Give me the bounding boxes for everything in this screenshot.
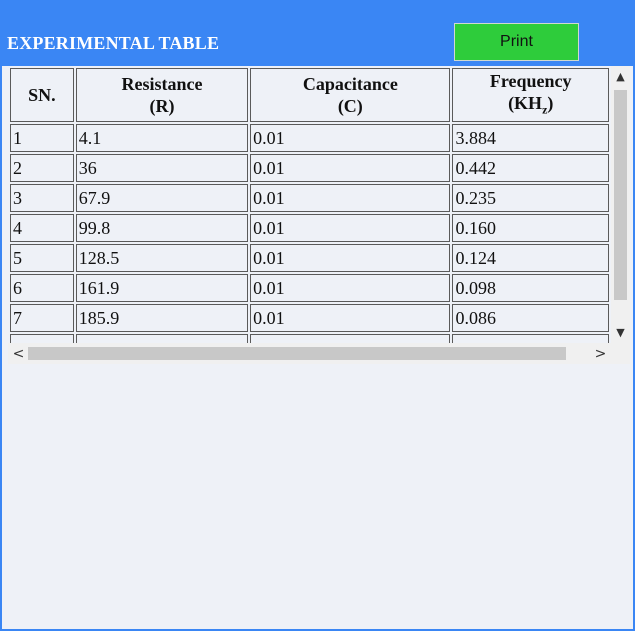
header-resistance-unit: (R) <box>149 96 175 116</box>
table-body: 1 4.1 0.01 3.884 2 36 0.01 0.442 3 67.9 0.01 0.235 4… <box>10 124 609 343</box>
header-frequency: Frequency (KHz) <box>452 68 609 122</box>
cell-capacitance: 0.01 <box>250 214 451 242</box>
panel-header: EXPERIMENTAL TABLE Print <box>2 2 633 66</box>
scroll-left-icon[interactable]: < <box>9 346 28 362</box>
cell-capacitance: 0.01 <box>250 124 451 152</box>
cell-resistance: 99.8 <box>75 214 249 242</box>
header-capacitance-label: Capacitance <box>302 74 398 94</box>
table-row: 3 67.9 0.01 0.235 <box>10 184 609 212</box>
cell-frequency: 0.124 <box>452 244 609 272</box>
table-row-partial <box>10 334 609 343</box>
cell-empty <box>452 334 609 343</box>
cell-sn: 6 <box>10 274 74 302</box>
cell-sn: 7 <box>10 304 74 332</box>
scroll-right-icon[interactable]: > <box>591 346 610 362</box>
print-button[interactable]: Print <box>454 23 579 61</box>
cell-frequency: 0.235 <box>452 184 609 212</box>
cell-empty <box>250 334 451 343</box>
scroll-down-icon[interactable]: ▼ <box>611 324 630 340</box>
cell-resistance: 185.9 <box>75 304 249 332</box>
cell-frequency: 0.442 <box>452 154 609 182</box>
experimental-table: SN. Resistance (R) Capacitance (C) Frequ… <box>8 66 611 343</box>
scrollbar-corner <box>611 343 630 364</box>
cell-frequency: 0.086 <box>452 304 609 332</box>
vertical-scroll-thumb[interactable] <box>614 90 627 300</box>
table-scroll-area[interactable]: SN. Resistance (R) Capacitance (C) Frequ… <box>8 66 630 364</box>
header-frequency-unit-end: ) <box>547 92 554 113</box>
table-row: 5 128.5 0.01 0.124 <box>10 244 609 272</box>
experimental-table-panel: EXPERIMENTAL TABLE Print SN. Resistance … <box>0 0 635 631</box>
cell-frequency: 3.884 <box>452 124 609 152</box>
header-frequency-label: Frequency <box>489 70 572 91</box>
horizontal-scroll-thumb[interactable] <box>28 347 566 360</box>
table-row: 4 99.8 0.01 0.160 <box>10 214 609 242</box>
cell-empty <box>75 334 249 343</box>
header-resistance: Resistance (R) <box>75 68 249 122</box>
table-row: 7 185.9 0.01 0.086 <box>10 304 609 332</box>
cell-sn: 1 <box>10 124 74 152</box>
vertical-scrollbar[interactable]: ▲ ▼ <box>611 66 630 343</box>
header-frequency-unit: (KHz) <box>508 92 554 117</box>
table-row: 6 161.9 0.01 0.098 <box>10 274 609 302</box>
cell-sn: 5 <box>10 244 74 272</box>
cell-resistance: 67.9 <box>75 184 249 212</box>
cell-capacitance: 0.01 <box>250 184 451 212</box>
scroll-up-icon[interactable]: ▲ <box>611 68 630 84</box>
cell-resistance: 36 <box>75 154 249 182</box>
cell-sn: 4 <box>10 214 74 242</box>
header-capacitance-unit: (C) <box>337 96 363 116</box>
header-resistance-label: Resistance <box>121 74 203 94</box>
panel-title: EXPERIMENTAL TABLE <box>7 33 220 53</box>
table-row: 1 4.1 0.01 3.884 <box>10 124 609 152</box>
header-frequency-unit-base: (KH <box>508 92 543 113</box>
cell-sn: 3 <box>10 184 74 212</box>
header-sn-label: SN. <box>28 85 56 105</box>
cell-capacitance: 0.01 <box>250 154 451 182</box>
cell-resistance: 161.9 <box>75 274 249 302</box>
table-header-row: SN. Resistance (R) Capacitance (C) Frequ… <box>10 68 609 122</box>
table-viewport: SN. Resistance (R) Capacitance (C) Frequ… <box>8 66 611 343</box>
cell-capacitance: 0.01 <box>250 274 451 302</box>
cell-empty <box>10 334 74 343</box>
cell-frequency: 0.098 <box>452 274 609 302</box>
cell-resistance: 128.5 <box>75 244 249 272</box>
cell-sn: 2 <box>10 154 74 182</box>
header-capacitance: Capacitance (C) <box>250 68 451 122</box>
cell-capacitance: 0.01 <box>250 244 451 272</box>
cell-capacitance: 0.01 <box>250 304 451 332</box>
cell-resistance: 4.1 <box>75 124 249 152</box>
horizontal-scrollbar[interactable]: < > <box>8 343 630 364</box>
cell-frequency: 0.160 <box>452 214 609 242</box>
header-sn: SN. <box>10 68 74 122</box>
table-row: 2 36 0.01 0.442 <box>10 154 609 182</box>
